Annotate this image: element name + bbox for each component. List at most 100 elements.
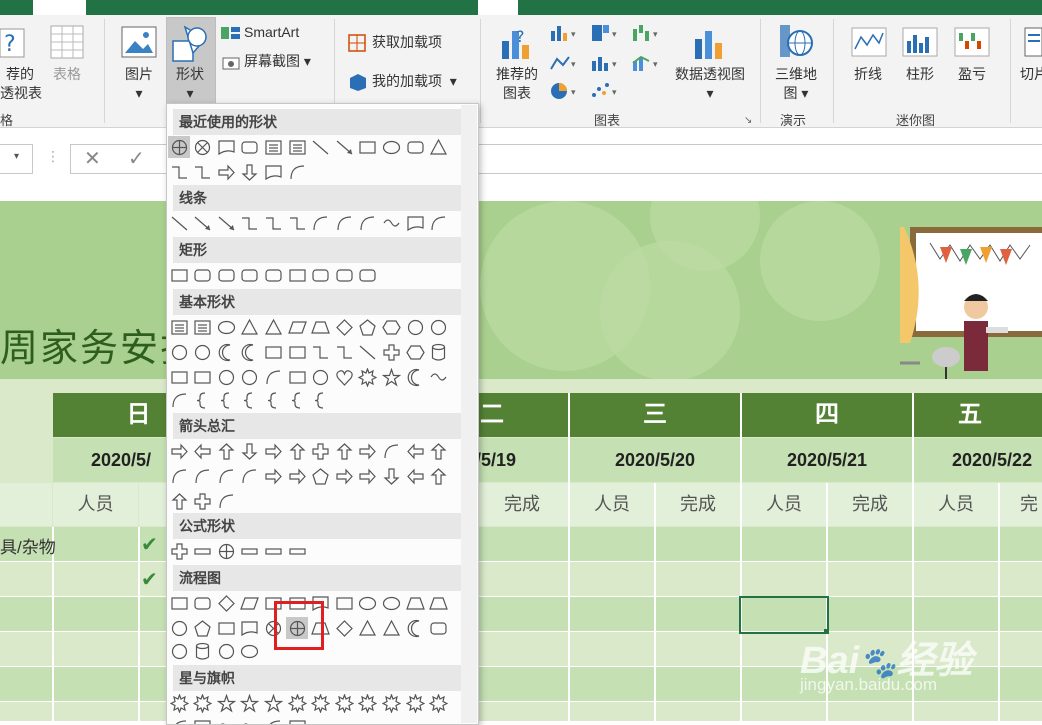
shape-burst-icon[interactable] <box>333 692 355 714</box>
shape-curve-icon[interactable] <box>357 212 379 234</box>
sparkline-column-label[interactable]: 柱形 <box>900 65 940 84</box>
shape-line-icon[interactable] <box>310 136 332 158</box>
shape-tri-icon[interactable] <box>428 136 450 158</box>
shape-rarrow-icon[interactable] <box>262 440 284 462</box>
worksheet[interactable]: 周家务安排 日 二 三 四 五 2020/5/ /5/19 2020/5/20 … <box>0 201 1042 722</box>
shape-curve-icon[interactable] <box>310 212 332 234</box>
table-icon[interactable] <box>50 25 84 64</box>
shape-rect-icon[interactable] <box>262 341 284 363</box>
shape-rarrow-icon[interactable] <box>286 465 308 487</box>
shape-elbow-icon[interactable] <box>286 212 308 234</box>
scatter-chart-icon[interactable]: ▾ <box>590 81 620 106</box>
shape-curve-icon[interactable] <box>215 465 237 487</box>
shape-brace-icon[interactable] <box>310 389 332 411</box>
sparkline-winloss-label[interactable]: 盈亏 <box>952 65 992 84</box>
recommended-pivot-label[interactable]: 荐的 透视表 <box>0 65 42 103</box>
shape-oval-icon[interactable] <box>380 136 402 158</box>
shape-text-icon[interactable] <box>286 136 308 158</box>
shape-rarrow-icon[interactable] <box>215 161 237 183</box>
shape-rarrow-icon[interactable] <box>357 440 379 462</box>
shape-curve-icon[interactable] <box>168 465 190 487</box>
shape-wave-icon[interactable] <box>380 212 402 234</box>
shape-elbow-icon[interactable] <box>239 212 261 234</box>
slicer-icon[interactable] <box>1024 27 1042 62</box>
shape-larrow-icon[interactable] <box>192 440 214 462</box>
shape-elbow-icon[interactable] <box>310 341 332 363</box>
shape-curve-icon[interactable] <box>192 465 214 487</box>
shape-oval-icon[interactable] <box>357 592 379 614</box>
stat-chart-icon[interactable]: ▾ <box>590 53 620 78</box>
shape-rrect-icon[interactable] <box>428 617 450 639</box>
shape-text-icon[interactable] <box>168 316 190 338</box>
globe-icon[interactable] <box>778 23 814 66</box>
shape-cross-icon[interactable] <box>215 540 237 562</box>
shape-burst-icon[interactable] <box>357 366 379 388</box>
shape-heart-icon[interactable] <box>333 366 355 388</box>
shape-uarrow-icon[interactable] <box>168 490 190 512</box>
shape-rect-icon[interactable] <box>333 592 355 614</box>
smartart-icon[interactable] <box>220 25 242 46</box>
shape-line-icon[interactable] <box>168 212 190 234</box>
recommended-charts-icon[interactable]: ? <box>500 25 536 66</box>
column-chart-icon[interactable]: ▾ <box>549 23 579 48</box>
sparkline-line-icon[interactable] <box>851 27 887 62</box>
pie-chart-icon[interactable]: ▾ <box>549 81 579 106</box>
shape-burst-icon[interactable] <box>357 692 379 714</box>
shape-hex-icon[interactable] <box>404 341 426 363</box>
shape-star-icon[interactable] <box>215 692 237 714</box>
shape-rarrow-icon[interactable] <box>262 465 284 487</box>
shape-burst-icon[interactable] <box>428 692 450 714</box>
shape-tri-icon[interactable] <box>357 617 379 639</box>
shape-rrect-icon[interactable] <box>357 264 379 286</box>
shapes-icon[interactable] <box>171 23 209 68</box>
shape-uarrow-icon[interactable] <box>333 440 355 462</box>
shape-rrect-icon[interactable] <box>239 136 261 158</box>
shape-star-icon[interactable] <box>239 692 261 714</box>
get-addins-label[interactable]: 获取加载项 <box>372 33 442 52</box>
shape-rect-icon[interactable] <box>286 264 308 286</box>
waterfall-chart-icon[interactable]: ▾ <box>631 23 661 48</box>
shape-larrow-icon[interactable] <box>404 440 426 462</box>
cancel-icon[interactable]: ✕ <box>84 146 101 171</box>
shape-moon-icon[interactable] <box>215 341 237 363</box>
shape-line-icon[interactable] <box>357 341 379 363</box>
shape-can-icon[interactable] <box>192 640 214 662</box>
shape-minus-icon[interactable] <box>286 540 308 562</box>
shape-curve-icon[interactable] <box>215 490 237 512</box>
recommended-charts-label[interactable]: 推荐的 图表 <box>492 65 542 103</box>
check-icon[interactable]: ✔ <box>141 567 158 592</box>
tab-partial[interactable] <box>478 0 518 15</box>
shape-rect-icon[interactable] <box>286 341 308 363</box>
shape-circ-icon[interactable] <box>310 366 332 388</box>
shape-moon-icon[interactable] <box>404 366 426 388</box>
combo-chart-icon[interactable]: ▾ <box>631 53 661 78</box>
shape-oval-icon[interactable] <box>215 316 237 338</box>
shape-text-icon[interactable] <box>192 316 214 338</box>
shape-uarrow-icon[interactable] <box>428 465 450 487</box>
shape-plus-icon[interactable] <box>168 540 190 562</box>
picture-label[interactable]: 图片 ▾ <box>116 65 162 103</box>
shape-rrect-icon[interactable] <box>262 264 284 286</box>
shape-tri-icon[interactable] <box>239 316 261 338</box>
shape-tri-icon[interactable] <box>380 617 402 639</box>
shape-curve-icon[interactable] <box>286 161 308 183</box>
shape-circ-icon[interactable] <box>428 316 450 338</box>
shape-xcirc-icon[interactable] <box>192 136 214 158</box>
shape-hex-icon[interactable] <box>380 316 402 338</box>
shape-trap-icon[interactable] <box>310 316 332 338</box>
shape-doc-icon[interactable] <box>215 136 237 158</box>
shape-moon-icon[interactable] <box>239 341 261 363</box>
shape-para-icon[interactable] <box>239 592 261 614</box>
my-addins-icon[interactable] <box>348 72 368 97</box>
screenshot-icon[interactable] <box>222 55 242 76</box>
shape-rrect-icon[interactable] <box>215 264 237 286</box>
shape-brace-icon[interactable] <box>286 389 308 411</box>
shape-circ-icon[interactable] <box>168 617 190 639</box>
line-chart-icon[interactable]: ▾ <box>549 53 579 78</box>
shape-rarrow-icon[interactable] <box>333 465 355 487</box>
dialog-launcher-icon[interactable]: ↘ <box>744 115 752 126</box>
shape-oval-icon[interactable] <box>239 640 261 662</box>
shape-burst-icon[interactable] <box>310 692 332 714</box>
shape-darrow-icon[interactable] <box>239 161 261 183</box>
shape-burst-icon[interactable] <box>286 692 308 714</box>
